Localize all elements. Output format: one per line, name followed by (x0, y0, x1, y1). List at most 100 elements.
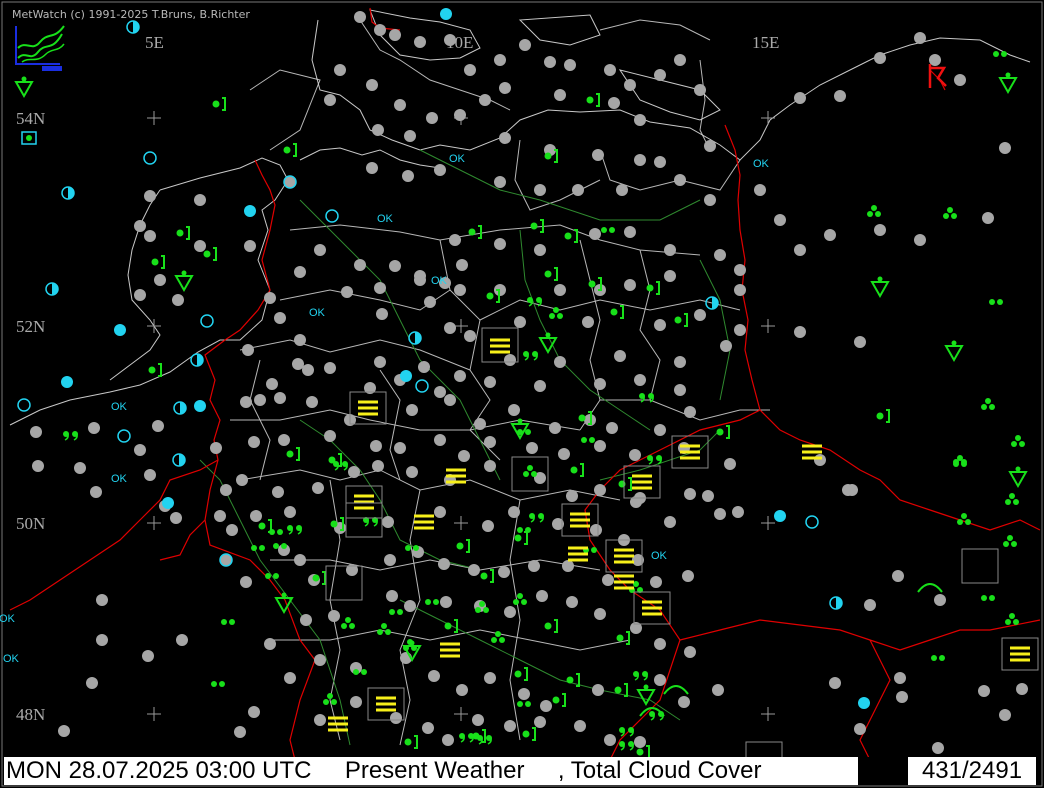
gray-station-icon[interactable] (564, 59, 576, 71)
gray-station-icon[interactable] (366, 162, 378, 174)
gray-station-icon[interactable] (422, 722, 434, 734)
fog-lines-icon[interactable] (414, 514, 434, 530)
gray-station-icon[interactable] (634, 114, 646, 126)
gray-station-icon[interactable] (554, 284, 566, 296)
fog-lines-icon[interactable] (328, 716, 348, 732)
gray-station-icon[interactable] (654, 156, 666, 168)
gray-station-icon[interactable] (389, 29, 401, 41)
gray-station-icon[interactable] (874, 224, 886, 236)
gray-station-icon[interactable] (242, 344, 254, 356)
gray-station-icon[interactable] (1016, 683, 1028, 695)
gray-station-icon[interactable] (382, 516, 394, 528)
gray-station-icon[interactable] (914, 32, 926, 44)
gray-station-icon[interactable] (794, 326, 806, 338)
gray-station-icon[interactable] (240, 396, 252, 408)
gray-station-icon[interactable] (134, 289, 146, 301)
cyan-station-icon[interactable] (440, 8, 452, 20)
gray-station-icon[interactable] (434, 164, 446, 176)
cyan-station-icon[interactable] (114, 324, 126, 336)
gray-station-icon[interactable] (594, 608, 606, 620)
gray-station-icon[interactable] (654, 424, 666, 436)
gray-station-icon[interactable] (88, 422, 100, 434)
gray-station-icon[interactable] (324, 430, 336, 442)
gray-station-icon[interactable] (354, 11, 366, 23)
gray-station-icon[interactable] (390, 712, 402, 724)
gray-station-icon[interactable] (142, 650, 154, 662)
gray-station-icon[interactable] (484, 460, 496, 472)
gray-station-icon[interactable] (734, 264, 746, 276)
gray-station-icon[interactable] (654, 319, 666, 331)
gray-station-icon[interactable] (499, 132, 511, 144)
gray-station-icon[interactable] (248, 706, 260, 718)
gray-station-icon[interactable] (240, 576, 252, 588)
gray-station-icon[interactable] (348, 466, 360, 478)
gray-station-icon[interactable] (144, 230, 156, 242)
gray-station-icon[interactable] (566, 596, 578, 608)
gray-station-icon[interactable] (434, 386, 446, 398)
gray-station-icon[interactable] (824, 229, 836, 241)
gray-station-icon[interactable] (894, 672, 906, 684)
fog-lines-icon[interactable] (802, 444, 822, 460)
gray-station-icon[interactable] (394, 442, 406, 454)
gray-station-icon[interactable] (999, 142, 1011, 154)
gray-station-icon[interactable] (504, 720, 516, 732)
gray-station-icon[interactable] (32, 460, 44, 472)
gray-station-icon[interactable] (394, 99, 406, 111)
cyan-station-icon[interactable] (244, 205, 256, 217)
gray-station-icon[interactable] (248, 436, 260, 448)
gray-station-icon[interactable] (442, 734, 454, 746)
gray-station-icon[interactable] (274, 392, 286, 404)
gray-station-icon[interactable] (554, 356, 566, 368)
gray-station-icon[interactable] (794, 244, 806, 256)
gray-station-icon[interactable] (278, 434, 290, 446)
gray-station-icon[interactable] (406, 404, 418, 416)
gray-station-icon[interactable] (654, 638, 666, 650)
gray-station-icon[interactable] (458, 450, 470, 462)
gray-station-icon[interactable] (30, 426, 42, 438)
gray-station-icon[interactable] (694, 84, 706, 96)
gray-station-icon[interactable] (370, 440, 382, 452)
gray-station-icon[interactable] (426, 112, 438, 124)
gray-station-icon[interactable] (374, 356, 386, 368)
gray-station-icon[interactable] (176, 634, 188, 646)
gray-station-icon[interactable] (544, 56, 556, 68)
gray-station-icon[interactable] (292, 358, 304, 370)
gray-station-icon[interactable] (634, 154, 646, 166)
gray-station-icon[interactable] (328, 610, 340, 622)
gray-station-icon[interactable] (172, 294, 184, 306)
gray-station-icon[interactable] (734, 284, 746, 296)
fog-lines-icon[interactable] (568, 546, 588, 562)
gray-station-icon[interactable] (508, 506, 520, 518)
gray-station-icon[interactable] (602, 574, 614, 586)
gray-station-icon[interactable] (154, 274, 166, 286)
gray-station-icon[interactable] (694, 309, 706, 321)
gray-station-icon[interactable] (372, 124, 384, 136)
gray-station-icon[interactable] (566, 490, 578, 502)
gray-station-icon[interactable] (134, 444, 146, 456)
gray-station-icon[interactable] (434, 506, 446, 518)
gray-station-icon[interactable] (526, 442, 538, 454)
gray-station-icon[interactable] (302, 364, 314, 376)
gray-station-icon[interactable] (494, 238, 506, 250)
gray-station-icon[interactable] (712, 684, 724, 696)
gray-station-icon[interactable] (732, 506, 744, 518)
gray-station-icon[interactable] (376, 308, 388, 320)
gray-station-icon[interactable] (444, 34, 456, 46)
gray-station-icon[interactable] (594, 378, 606, 390)
gray-station-icon[interactable] (374, 282, 386, 294)
gray-station-icon[interactable] (294, 554, 306, 566)
gray-station-icon[interactable] (654, 674, 666, 686)
gray-station-icon[interactable] (404, 130, 416, 142)
gray-station-icon[interactable] (954, 74, 966, 86)
gray-station-icon[interactable] (720, 340, 732, 352)
gray-station-icon[interactable] (682, 570, 694, 582)
gray-station-icon[interactable] (170, 512, 182, 524)
gray-station-icon[interactable] (324, 362, 336, 374)
gray-station-icon[interactable] (456, 259, 468, 271)
gray-station-icon[interactable] (294, 266, 306, 278)
gray-station-icon[interactable] (58, 725, 70, 737)
gray-station-icon[interactable] (624, 226, 636, 238)
gray-station-icon[interactable] (574, 720, 586, 732)
gray-station-icon[interactable] (616, 184, 628, 196)
gray-station-icon[interactable] (86, 677, 98, 689)
